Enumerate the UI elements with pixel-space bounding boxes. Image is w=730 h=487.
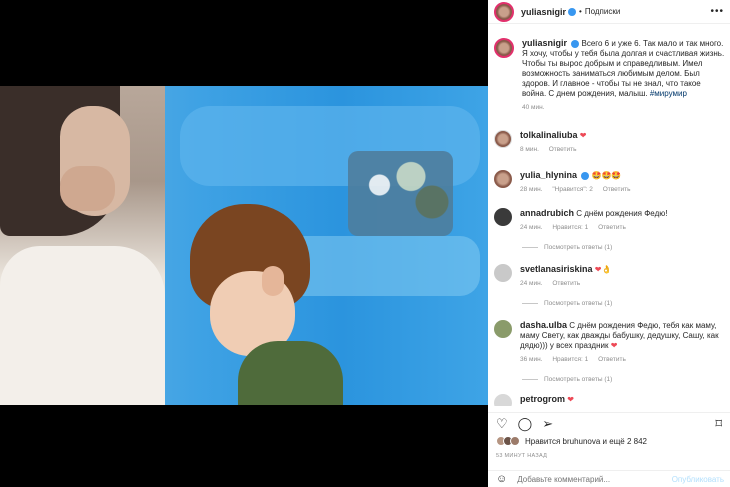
share-icon[interactable]: ➢ (542, 417, 553, 430)
view-replies-button[interactable]: Посмотреть ответы (1) (522, 376, 612, 383)
comment-meta: 8 мин. Ответить (520, 145, 725, 155)
comment-input[interactable] (517, 474, 658, 484)
heart-icon[interactable]: ♡ (496, 417, 508, 430)
comment-item: annadrubich С днём рождения Федю! 24 мин… (494, 208, 725, 233)
comment-meta: 36 мин. Нравится: 1 Ответить (520, 355, 725, 365)
separator-dot: • (579, 7, 582, 16)
caption-hashtag[interactable]: #мирумир (650, 89, 687, 98)
comment-item: petrogrom ❤ (494, 394, 725, 406)
post-details-panel: yuliasnigir • Подписки ••• yuliasnigir В… (488, 0, 730, 487)
avatar[interactable] (494, 264, 512, 282)
view-replies-label: Посмотреть ответы (1) (544, 244, 613, 251)
view-replies-button[interactable]: Посмотреть ответы (1) (522, 300, 612, 307)
replies-line (522, 378, 538, 380)
comment-item: svetlanasiriskina ❤👌 24 мин. Ответить (494, 264, 725, 289)
caption-username[interactable]: yuliasnigir (522, 38, 567, 48)
comment-meta: 24 мин. Нравится: 1 Ответить (520, 223, 725, 233)
caption-time: 40 мин. (522, 104, 545, 111)
comment-username[interactable]: petrogrom (520, 394, 565, 404)
author-username[interactable]: yuliasnigir (521, 7, 566, 17)
view-replies-button[interactable]: Посмотреть ответы (1) (522, 244, 612, 251)
comment-item: yulia_hlynina 🤩🤩🤩 28 мин. "Нравится": 2 … (494, 170, 725, 195)
comment-username[interactable]: annadrubich (520, 208, 574, 218)
avatar[interactable] (494, 130, 512, 148)
avatar[interactable] (494, 394, 512, 406)
photo-boy-shirt (238, 341, 343, 405)
liker-avatar (510, 436, 520, 446)
reply-button[interactable]: Ответить (552, 280, 580, 287)
following-button[interactable]: Подписки (585, 7, 620, 16)
more-icon[interactable]: ••• (710, 6, 724, 17)
posted-time: 53 МИНУТ НАЗАД (496, 453, 548, 459)
comment-time: 28 мин. (520, 186, 543, 193)
emoji-icon[interactable]: ☺ (496, 473, 507, 485)
comments-list[interactable]: yuliasnigir Всего 6 и уже 6. Так мало и … (488, 36, 730, 406)
avatar[interactable] (494, 208, 512, 226)
comment-item: dasha.ulba С днём рождения Федю, тебя ка… (494, 320, 725, 365)
bookmark-icon[interactable]: ⌑ (715, 417, 722, 430)
comment-likes[interactable]: "Нравится": 2 (552, 186, 593, 193)
comment-username[interactable]: dasha.ulba (520, 320, 567, 330)
comment-likes[interactable]: Нравится: 1 (552, 224, 588, 231)
post-media-panel (0, 0, 488, 487)
avatar[interactable] (494, 170, 512, 188)
avatar[interactable] (494, 320, 512, 338)
comment-emoji: ❤ (567, 395, 574, 404)
likes-summary[interactable]: Нравится bruhunova и ещё 2 842 (496, 436, 647, 446)
caption-meta: 40 мин. (522, 103, 727, 113)
photo-boy-ear (262, 266, 284, 296)
woman-hand (60, 166, 115, 211)
comment-time: 8 мин. (520, 146, 539, 153)
comment-time: 24 мин. (520, 224, 543, 231)
photo-woman (0, 86, 165, 405)
photo-flowers (348, 151, 453, 236)
caption: yuliasnigir Всего 6 и уже 6. Так мало и … (494, 38, 727, 113)
publish-button[interactable]: Опубликовать (672, 475, 724, 484)
comment-emoji: ❤👌 (594, 265, 612, 274)
comment-likes[interactable]: Нравится: 1 (552, 356, 588, 363)
comment-emoji: ❤ (610, 341, 618, 350)
reply-button[interactable]: Ответить (598, 224, 626, 231)
reply-button[interactable]: Ответить (549, 146, 577, 153)
comment-time: 36 мин. (520, 356, 543, 363)
comment-emoji: 🤩🤩🤩 (591, 171, 622, 180)
replies-line (522, 246, 538, 248)
comment-text: С днём рождения Федю! (576, 209, 668, 218)
comment-username[interactable]: yulia_hlynina (520, 170, 577, 180)
add-comment-bar: ☺ Опубликовать (488, 470, 730, 487)
reply-button[interactable]: Ответить (603, 186, 631, 193)
likes-text: Нравится bruhunova и ещё 2 842 (525, 436, 647, 446)
comment-emoji: ❤ (579, 131, 587, 140)
verified-icon (581, 171, 590, 180)
comment-meta: 28 мин. "Нравится": 2 Ответить (520, 185, 725, 195)
comment-username[interactable]: tolkalinaliuba (520, 130, 578, 140)
view-replies-label: Посмотреть ответы (1) (544, 376, 613, 383)
comment-time: 24 мин. (520, 280, 543, 287)
comment-username[interactable]: svetlanasiriskina (520, 264, 593, 274)
view-replies-label: Посмотреть ответы (1) (544, 300, 613, 307)
woman-sweater (0, 246, 165, 405)
verified-icon (568, 7, 577, 16)
avatar[interactable] (494, 1, 514, 22)
comment-icon[interactable]: ◯ (518, 417, 533, 430)
post-actions-bar: ♡ ◯ ➢ ⌑ (488, 412, 730, 434)
reply-button[interactable]: Ответить (598, 356, 626, 363)
verified-icon (571, 39, 580, 48)
comment-item: tolkalinaliuba ❤ 8 мин. Ответить (494, 130, 725, 155)
post-photo[interactable] (0, 86, 488, 405)
replies-line (522, 302, 538, 304)
avatar[interactable] (494, 38, 514, 58)
post-header: yuliasnigir • Подписки ••• (488, 0, 730, 24)
comment-meta: 24 мин. Ответить (520, 279, 725, 289)
